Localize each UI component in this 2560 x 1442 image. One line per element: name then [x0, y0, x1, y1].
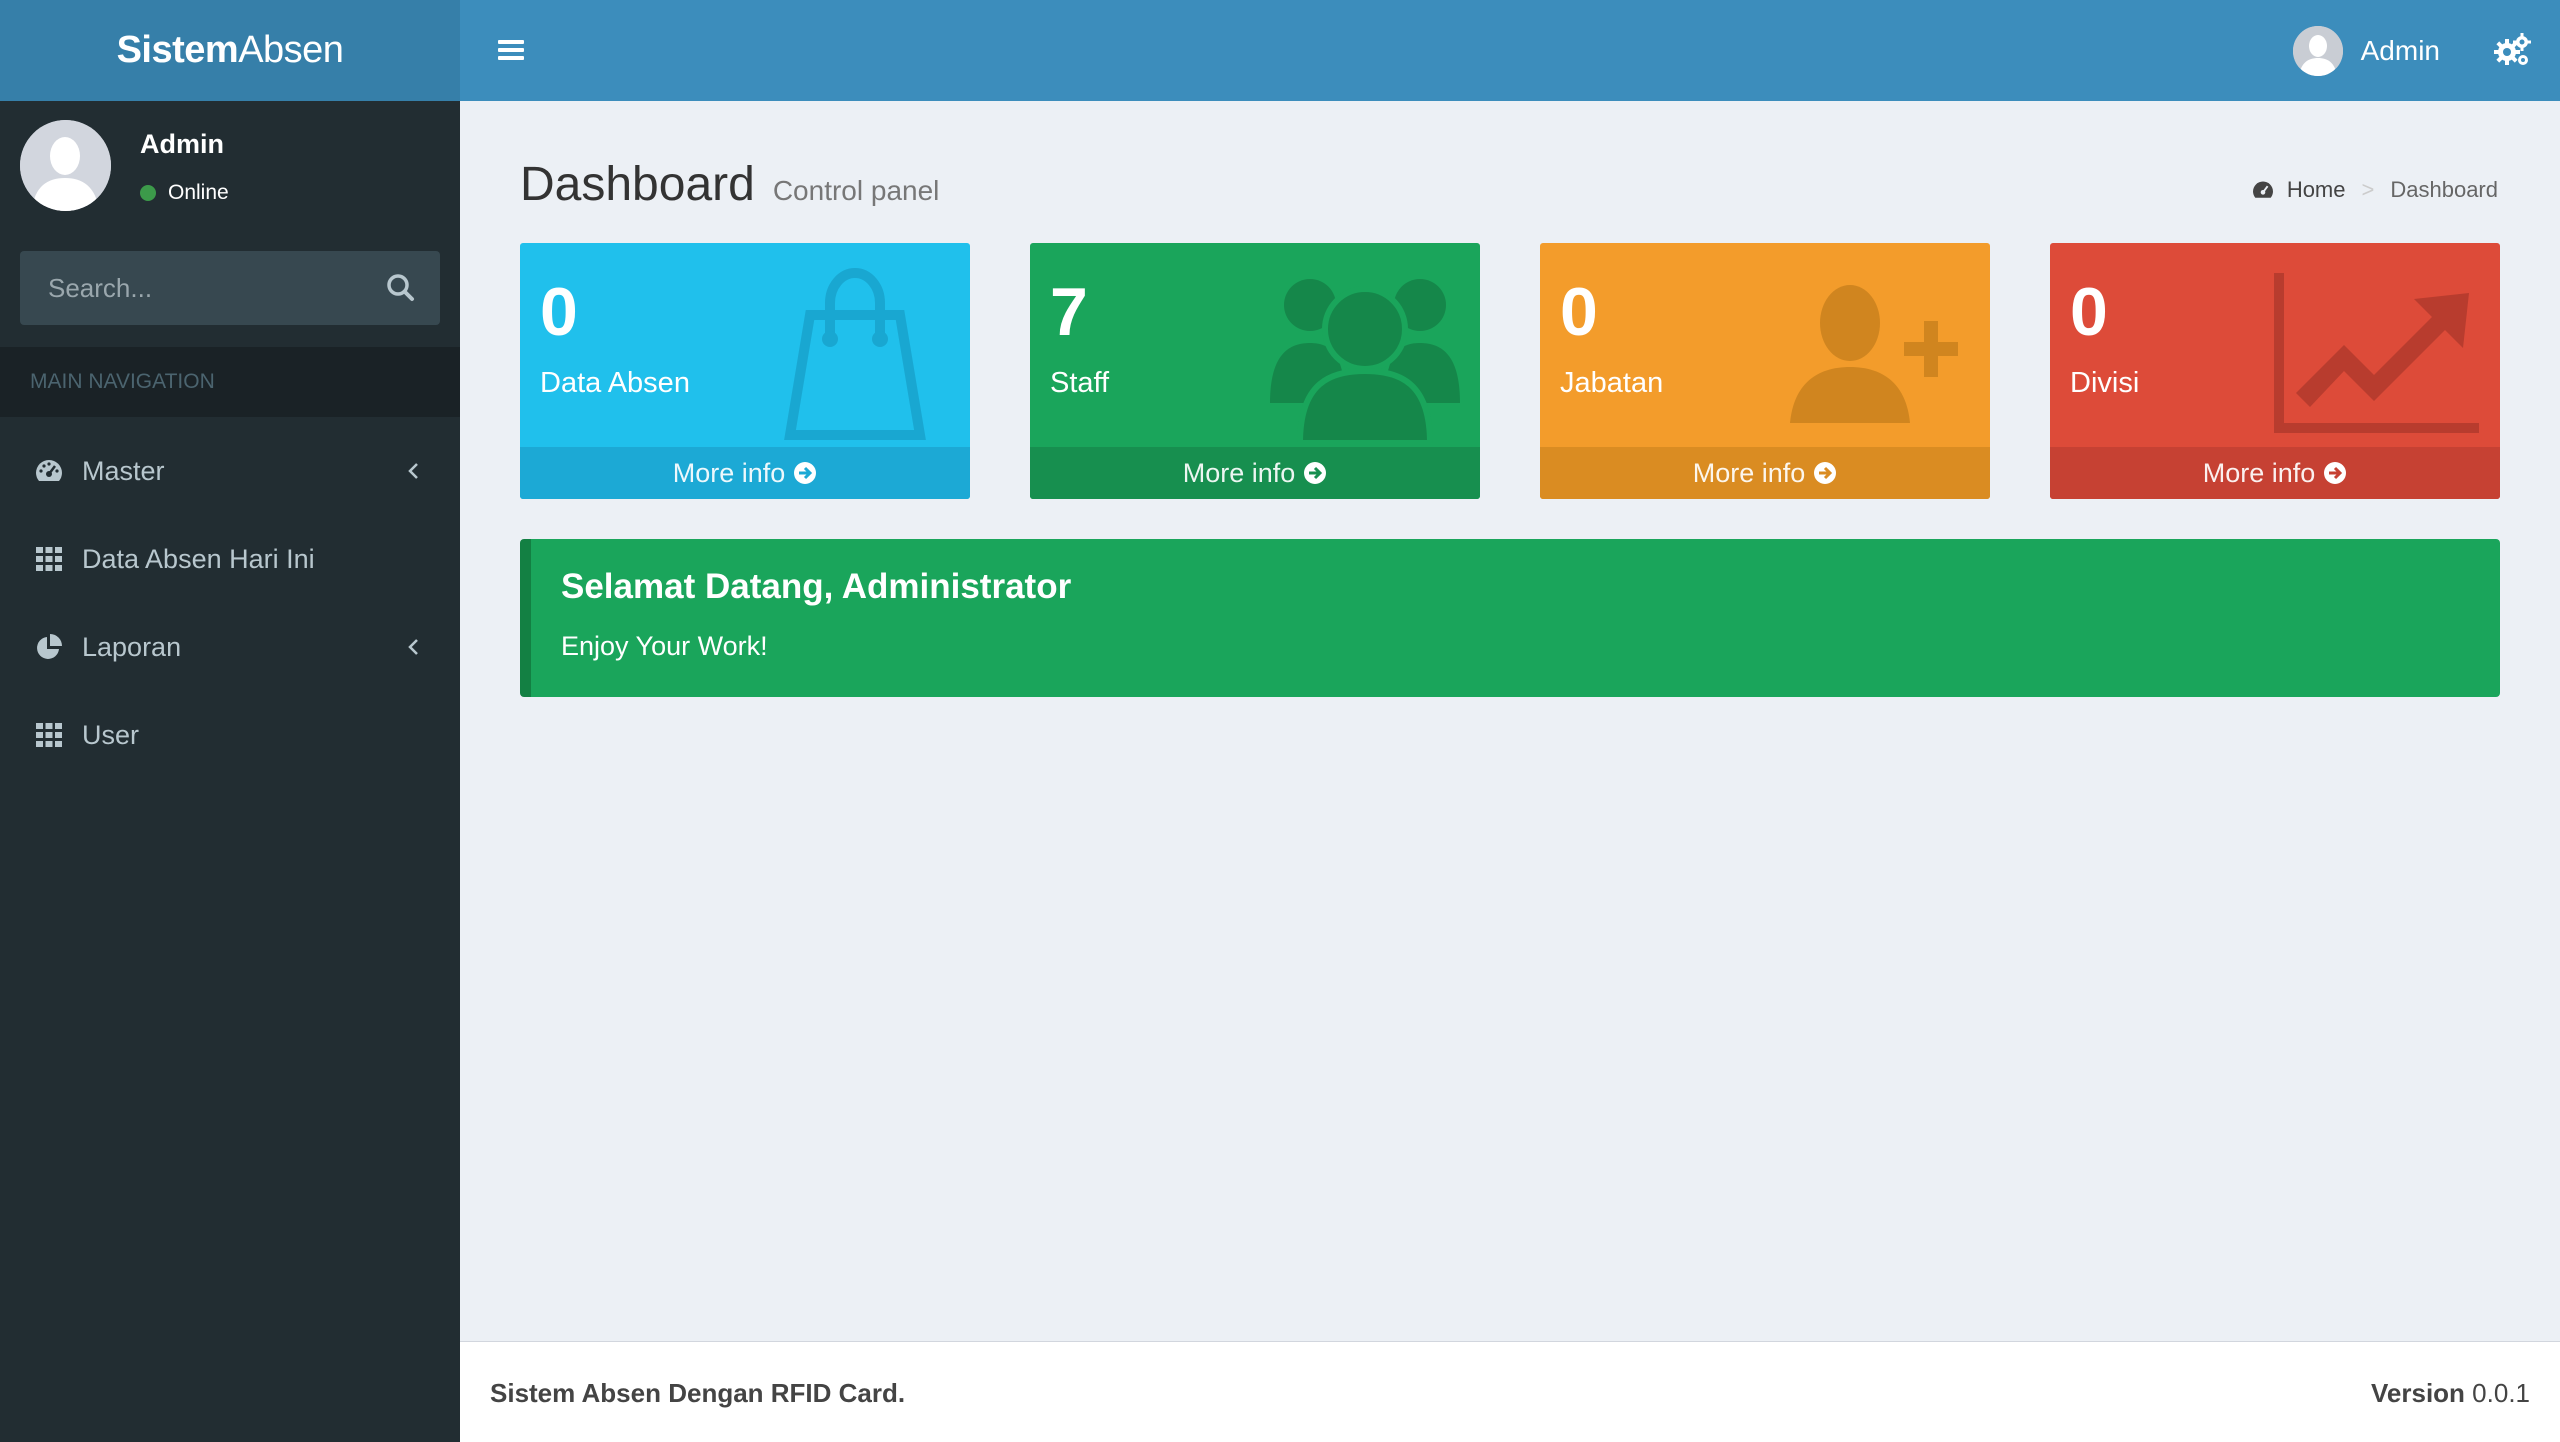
more-info-link[interactable]: More info — [1540, 447, 1990, 499]
small-box-jabatan: 0 Jabatan More info — [1540, 243, 1990, 499]
user-panel: Admin Online — [0, 101, 460, 231]
breadcrumb-current: Dashboard — [2390, 177, 2498, 202]
breadcrumb-separator: > — [2361, 177, 2375, 202]
footer-copyright: Sistem Absen Dengan RFID Card. — [490, 1378, 906, 1408]
logo-bold-text: Sistem — [116, 29, 239, 71]
sidebar-user-name: Admin — [140, 129, 224, 159]
page-subtitle: Control panel — [772, 175, 940, 206]
callout-text: Enjoy Your Work! — [561, 631, 768, 661]
breadcrumb-home-label: Home — [2286, 177, 2346, 202]
dashboard-icon — [2252, 181, 2273, 198]
search-input[interactable] — [20, 251, 360, 325]
main-header: SistemAbsen Admin — [0, 0, 2560, 101]
more-info-label: More info — [672, 457, 786, 488]
box-value: 0 — [2070, 274, 2108, 350]
avatar — [2292, 25, 2343, 76]
small-box-divisi: 0 Divisi More info — [2050, 243, 2500, 499]
navbar-user-name: Admin — [2360, 34, 2440, 66]
user-silhouette-icon — [2292, 25, 2343, 76]
top-navbar: Admin — [460, 0, 2560, 101]
users-icon — [1270, 279, 1460, 443]
more-info-link[interactable]: More info — [2050, 447, 2500, 499]
sidebar-item-master[interactable]: Master — [0, 427, 460, 515]
sidebar-search — [20, 251, 440, 325]
sidebar-menu: Master Data Absen Hari Ini Laporan User — [0, 427, 460, 779]
box-value: 0 — [540, 274, 578, 350]
sidebar-item-data-absen-hari-ini[interactable]: Data Absen Hari Ini — [0, 515, 460, 603]
search-icon — [387, 274, 414, 301]
line-chart-icon — [2274, 273, 2479, 433]
sidebar-item-label: Master — [82, 455, 165, 486]
arrow-circle-right-icon — [1304, 462, 1327, 484]
user-plus-icon — [1790, 285, 1958, 423]
grid-icon — [34, 544, 64, 574]
more-info-label: More info — [1182, 457, 1296, 488]
page-title: Dashboard — [520, 158, 755, 211]
callout-heading: Selamat Datang, Administrator — [561, 567, 1072, 606]
sidebar-toggle-button[interactable] — [488, 36, 534, 66]
logo-light-text: Absen — [238, 29, 344, 71]
footer-version: Version 0.0.1 — [2371, 1378, 2530, 1409]
small-box-data-absen: 0 Data Absen More info — [520, 243, 970, 499]
chevron-left-icon — [408, 639, 418, 655]
online-dot-icon — [140, 185, 156, 201]
user-menu[interactable]: Admin — [2292, 0, 2440, 101]
arrow-circle-right-icon — [1814, 462, 1837, 484]
sidebar-item-laporan[interactable]: Laporan — [0, 603, 460, 691]
status-text: Online — [168, 181, 229, 204]
version-label: Version — [2371, 1378, 2465, 1408]
app-logo[interactable]: SistemAbsen — [0, 0, 460, 101]
content-wrapper: Dashboard Control panel Home > Dashboard… — [460, 101, 2560, 1341]
breadcrumb: Home > Dashboard — [2251, 177, 2498, 203]
arrow-circle-right-icon — [794, 462, 817, 484]
small-box-staff: 7 Staff More info — [1030, 243, 1480, 499]
main-footer: Sistem Absen Dengan RFID Card. Version 0… — [460, 1341, 2560, 1442]
welcome-callout: Selamat Datang, Administrator Enjoy Your… — [520, 539, 2500, 697]
box-value: 7 — [1050, 274, 1088, 350]
sidebar-item-label: Data Absen Hari Ini — [82, 543, 315, 574]
box-value: 0 — [1560, 274, 1598, 350]
more-info-label: More info — [1692, 457, 1806, 488]
box-label: Jabatan — [1560, 367, 1664, 399]
search-button[interactable] — [360, 251, 440, 325]
more-info-label: More info — [2202, 457, 2316, 488]
box-label: Staff — [1050, 367, 1110, 399]
main-navigation-header: MAIN NAVIGATION — [0, 347, 460, 417]
user-silhouette-icon — [20, 120, 111, 211]
shopping-bag-icon — [784, 268, 926, 440]
more-info-link[interactable]: More info — [1030, 447, 1480, 499]
breadcrumb-home-link[interactable]: Home — [2251, 177, 2346, 203]
online-status: Online — [140, 181, 229, 205]
sidebar-avatar — [20, 120, 111, 211]
sidebar-item-label: User — [82, 719, 140, 750]
box-label: Data Absen — [540, 367, 690, 399]
page-header: Dashboard Control panel — [520, 157, 939, 212]
sidebar: Admin Online MAIN NAVIGATION — [0, 101, 460, 1442]
pie-chart-icon — [34, 632, 64, 662]
sidebar-item-user[interactable]: User — [0, 691, 460, 779]
grid-icon — [34, 720, 64, 750]
chevron-left-icon — [408, 463, 418, 479]
settings-gears-icon[interactable] — [2492, 30, 2532, 70]
version-number: 0.0.1 — [2472, 1378, 2530, 1408]
sidebar-item-label: Laporan — [82, 631, 182, 662]
box-label: Divisi — [2070, 367, 2140, 399]
more-info-link[interactable]: More info — [520, 447, 970, 499]
dashboard-icon — [34, 456, 64, 486]
arrow-circle-right-icon — [2324, 462, 2347, 484]
